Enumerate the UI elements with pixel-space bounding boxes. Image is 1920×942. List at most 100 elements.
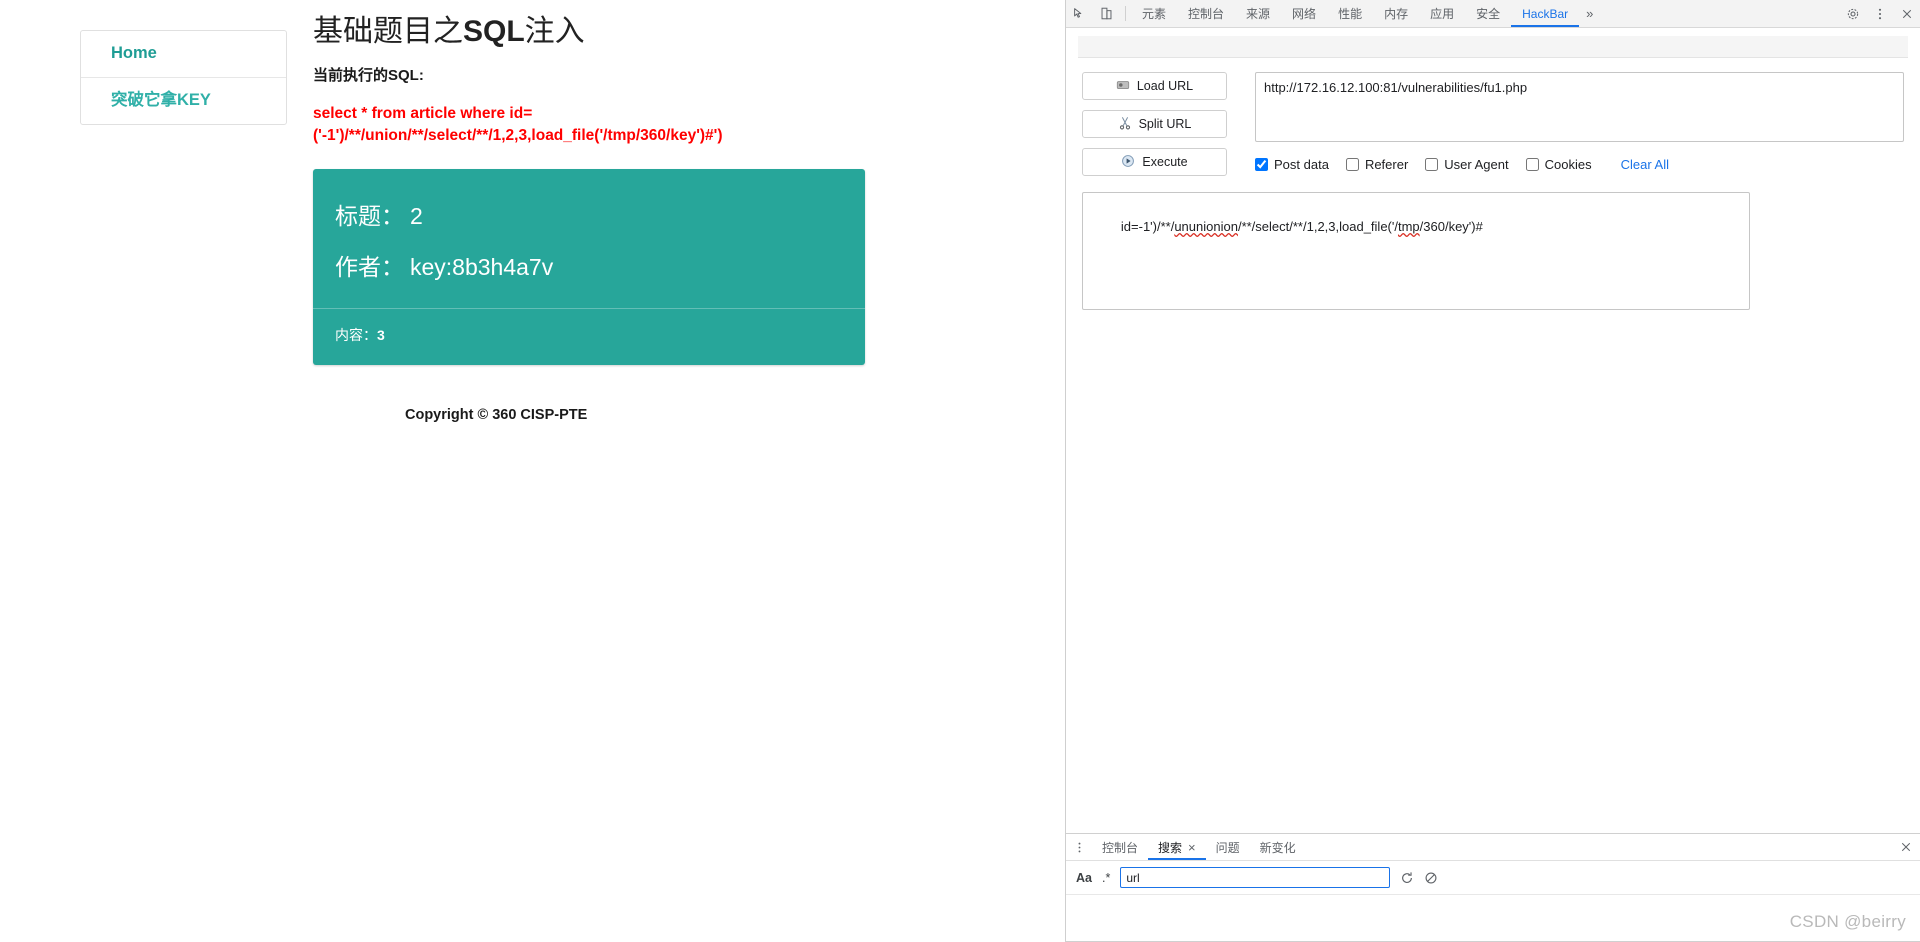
tab-security[interactable]: 安全 [1465,0,1511,27]
user-agent-checkbox[interactable]: User Agent [1425,157,1509,172]
drawer-tabbar: 控制台 搜索 × 问题 新变化 [1066,834,1920,861]
refresh-icon[interactable] [1400,871,1414,885]
tab-application[interactable]: 应用 [1419,0,1465,27]
drawer-tab-issues[interactable]: 问题 [1206,834,1250,860]
referer-label: Referer [1364,157,1409,172]
screenshot-root: Home 突破它拿KEY 基础题目之SQL注入 当前执行的SQL: select… [0,0,1920,942]
sql-label: 当前执行的SQL: [313,67,424,84]
devtools-panel: 元素 控制台 来源 网络 性能 内存 应用 安全 HackBar » Load … [1065,0,1920,942]
tab-elements[interactable]: 元素 [1131,0,1177,27]
load-url-icon [1116,78,1130,95]
inspect-element-icon[interactable] [1066,0,1093,27]
devtools-tabbar: 元素 控制台 来源 网络 性能 内存 应用 安全 HackBar » [1066,0,1920,28]
result-title-row: 标题： 2 [335,199,843,234]
hackbar-main: Load URL Split URL Execute http://172.16… [1066,58,1920,176]
toolbar-divider [1125,6,1126,21]
drawer-tab-search[interactable]: 搜索 × [1148,834,1206,860]
tab-hackbar[interactable]: HackBar [1511,0,1579,27]
search-input[interactable] [1120,867,1391,888]
result-content-label: 内容： [335,327,377,343]
post-data-mid: /**/select/**/1,2,3,load_file('/ [1237,219,1398,235]
referer-checkbox-input[interactable] [1345,158,1359,171]
drawer-tab-search-close-icon[interactable]: × [1188,840,1196,855]
sidebar-item-get-key-label: 突破它拿KEY [111,90,211,109]
drawer-tab-whatsnew-label: 新变化 [1259,840,1296,855]
cookies-label: Cookies [1544,157,1592,172]
tab-security-label: 安全 [1476,7,1501,21]
drawer-more-options-icon[interactable] [1066,834,1092,860]
drawer-tab-console[interactable]: 控制台 [1092,834,1148,860]
tab-console[interactable]: 控制台 [1177,0,1235,27]
load-url-label: Load URL [1136,79,1194,93]
clear-all-button[interactable]: Clear All [1621,157,1669,172]
drawer-tab-console-label: 控制台 [1102,840,1139,855]
load-url-button[interactable]: Load URL [1082,72,1227,100]
page-title: 基础题目之SQL注入 [313,6,1053,50]
match-case-toggle[interactable]: Aa [1076,871,1092,885]
play-icon [1121,154,1135,171]
page-copyright: Copyright © 360 CISP-PTE [405,407,588,423]
drawer-tab-search-label: 搜索 [1158,840,1183,855]
hackbar-panel: Load URL Split URL Execute http://172.16… [1066,28,1920,833]
more-tabs-icon[interactable]: » [1579,0,1600,27]
more-options-icon[interactable] [1866,0,1893,27]
gear-icon[interactable] [1839,0,1866,27]
sidebar-nav: Home 突破它拿KEY [80,30,287,125]
post-data-label: Post data [1274,157,1329,172]
execute-label: Execute [1142,155,1188,169]
tab-elements-label: 元素 [1142,7,1167,21]
hackbar-top-strip [1078,36,1908,58]
result-author-row: 作者： key:8b3h4a7v [335,250,843,285]
tab-console-label: 控制台 [1188,7,1225,21]
tab-memory[interactable]: 内存 [1373,0,1419,27]
tab-sources[interactable]: 来源 [1235,0,1281,27]
device-toolbar-icon[interactable] [1093,0,1120,27]
post-data-suffix: /360/key')# [1419,219,1483,235]
sidebar-item-home[interactable]: Home [81,31,286,78]
tab-memory-label: 内存 [1384,7,1409,21]
watermark: CSDN @beirry [1789,912,1906,931]
cookies-checkbox-input[interactable] [1525,158,1539,171]
result-title-value: 2 [410,203,423,229]
split-url-button[interactable]: Split URL [1082,110,1227,138]
page-title-bold: SQL [463,15,525,48]
referer-checkbox[interactable]: Referer [1345,157,1409,172]
sidebar-item-home-label: Home [111,44,157,62]
url-input[interactable]: http://172.16.12.100:81/vulnerabilities/… [1255,72,1904,142]
regex-toggle[interactable]: .* [1102,871,1110,885]
tab-network[interactable]: 网络 [1281,0,1327,27]
cookies-checkbox[interactable]: Cookies [1525,157,1592,172]
tab-sources-label: 来源 [1246,7,1271,21]
execute-button[interactable]: Execute [1082,148,1227,176]
clear-icon[interactable] [1424,871,1438,885]
page-main-content: 基础题目之SQL注入 当前执行的SQL: select * from artic… [313,0,1053,423]
user-agent-checkbox-input[interactable] [1425,158,1439,171]
drawer-tab-issues-label: 问题 [1215,840,1240,855]
sql-line-2: ('-1')/**/union/**/select/**/1,2,3,load_… [313,127,723,144]
result-author-label: 作者： [335,253,404,280]
sidebar-item-get-key[interactable]: 突破它拿KEY [81,78,286,124]
post-data-checkbox[interactable]: Post data [1255,157,1329,172]
hackbar-button-column: Load URL Split URL Execute [1082,72,1227,176]
drawer-close-icon[interactable] [1892,834,1920,860]
post-data-checkbox-input[interactable] [1255,158,1268,171]
post-data-input[interactable]: id=-1')/**/ununionion/**/select/**/1,2,3… [1082,192,1750,310]
tab-performance-label: 性能 [1338,7,1363,21]
post-data-prefix: id=-1')/**/ [1120,219,1175,235]
tab-network-label: 网络 [1292,7,1317,21]
hackbar-options-row: Post data Referer User Agent Cookies Cle… [1255,157,1904,172]
search-toolbar: Aa .* [1066,861,1920,895]
result-content-value: 3 [377,327,385,343]
user-agent-label: User Agent [1444,157,1509,172]
split-url-label: Split URL [1138,117,1192,131]
result-content-row: 内容：3 [313,308,865,365]
drawer-tab-whatsnew[interactable]: 新变化 [1250,834,1306,860]
result-author-value: key:8b3h4a7v [410,253,554,280]
tab-application-label: 应用 [1430,7,1455,21]
page-title-suffix: 注入 [524,15,585,48]
browser-page-content: Home 突破它拿KEY 基础题目之SQL注入 当前执行的SQL: select… [0,0,1065,942]
tab-performance[interactable]: 性能 [1327,0,1373,27]
result-card: 标题： 2 作者： key:8b3h4a7v 内容：3 [313,169,865,365]
post-data-squiggle-1: ununionion [1174,219,1238,235]
close-devtools-icon[interactable] [1893,0,1920,27]
